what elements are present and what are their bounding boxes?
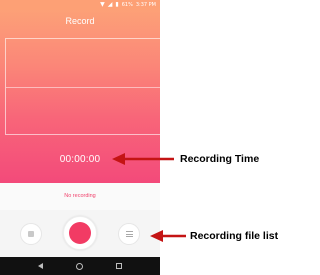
recent-apps-icon[interactable] bbox=[115, 263, 122, 269]
annotation-recording-list: Recording file list bbox=[150, 230, 278, 242]
list-icon bbox=[125, 231, 133, 237]
system-nav-bar bbox=[0, 257, 160, 275]
page-title: Record bbox=[65, 16, 95, 26]
phone-screen: ▼ ◢ ▮ 61% 3:37 PM Record 00:00:00 No rec… bbox=[0, 0, 160, 275]
home-icon[interactable] bbox=[75, 262, 83, 270]
annotation-recording-time: Recording Time bbox=[112, 153, 259, 165]
arrow-left-icon bbox=[112, 153, 174, 165]
control-bar bbox=[0, 210, 160, 257]
battery-level: 61% bbox=[121, 2, 133, 8]
stop-button[interactable] bbox=[20, 223, 42, 245]
annotation-label: Recording Time bbox=[180, 153, 260, 165]
annotation-label: Recording file list bbox=[190, 230, 279, 242]
recording-status-text: No recording bbox=[64, 193, 96, 199]
signal-icon: ◢ bbox=[107, 1, 113, 8]
battery-icon: ▮ bbox=[115, 1, 119, 8]
recording-status-strip: No recording bbox=[0, 183, 160, 210]
waveform-area bbox=[5, 38, 160, 135]
waveform-baseline bbox=[6, 87, 160, 88]
wifi-icon: ▼ bbox=[100, 1, 105, 8]
stop-icon bbox=[28, 231, 34, 237]
clock: 3:37 PM bbox=[135, 2, 156, 8]
arrow-left-icon bbox=[150, 230, 186, 242]
record-button[interactable] bbox=[63, 216, 97, 250]
back-icon[interactable] bbox=[38, 263, 44, 269]
record-icon bbox=[69, 222, 91, 244]
recording-list-button[interactable] bbox=[118, 223, 140, 245]
status-bar: ▼ ◢ ▮ 61% 3:37 PM bbox=[0, 0, 160, 10]
